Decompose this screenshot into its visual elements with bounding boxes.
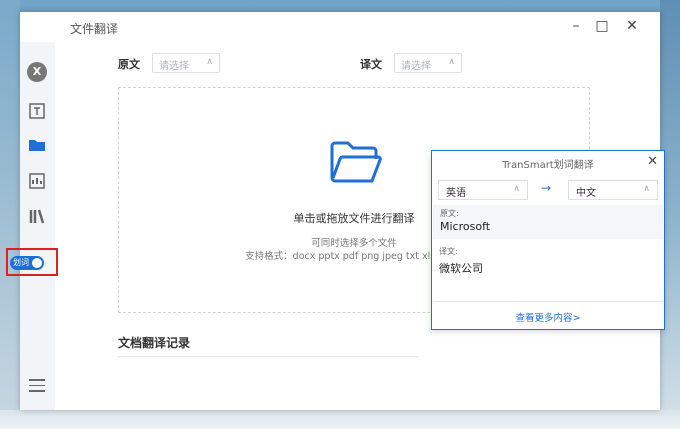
word-select-toggle[interactable]: 划词: [10, 256, 44, 270]
chevron-up-icon: ∧: [643, 184, 650, 194]
transmart-popup: TranSmart划词翻译 ✕ 英语 ∧ → 中文 ∧ 原文: Microsof…: [431, 150, 665, 330]
desktop-background-bottom: [0, 410, 680, 429]
close-icon[interactable]: ✕: [624, 18, 640, 34]
document-icon[interactable]: [26, 172, 48, 194]
popup-target-text[interactable]: 微软公司: [439, 260, 483, 276]
minimize-icon[interactable]: –: [568, 18, 584, 34]
toggle-knob: [32, 258, 42, 268]
avatar[interactable]: X: [27, 62, 47, 82]
popup-title: TranSmart划词翻译: [502, 160, 594, 171]
view-more-link[interactable]: 查看更多内容>: [432, 310, 664, 324]
watermark-logo-icon: [529, 370, 549, 388]
text-translate-icon[interactable]: [26, 102, 48, 124]
popup-divider: [433, 301, 663, 302]
popup-to-language-select[interactable]: 中文 ∧: [568, 180, 658, 200]
sidebar: X 划词: [6, 42, 58, 410]
target-language-label: 译文: [360, 58, 382, 71]
title-bar[interactable]: 文件翻译 – □ ✕: [20, 12, 660, 42]
chevron-up-icon: ∧: [448, 57, 455, 67]
arrow-right-icon[interactable]: →: [541, 181, 551, 195]
source-language-label: 原文: [118, 58, 140, 71]
popup-source-text[interactable]: Microsoft: [440, 220, 490, 233]
translation-records-title: 文档翻译记录: [118, 336, 191, 350]
highlight-box: 划词: [6, 248, 58, 276]
popup-from-language: 英语: [446, 188, 466, 199]
close-icon[interactable]: ✕: [647, 154, 658, 169]
watermark-main-text: 异次元: [553, 370, 599, 388]
hamburger-menu-icon[interactable]: [29, 379, 45, 396]
open-folder-icon: [329, 138, 383, 189]
popup-from-language-select[interactable]: 英语 ∧: [438, 180, 528, 200]
source-language-placeholder: 请选择: [159, 61, 189, 72]
toggle-label: 划词: [13, 258, 29, 267]
target-language-select[interactable]: 请选择 ∧: [394, 53, 462, 73]
chevron-up-icon: ∧: [513, 184, 520, 194]
popup-source-panel: 原文: Microsoft: [433, 205, 663, 239]
watermark-sub-text: IPLAYSOFT.COM: [553, 387, 613, 394]
window-title: 文件翻译: [70, 22, 119, 36]
records-divider: [118, 356, 418, 357]
maximize-icon[interactable]: □: [594, 18, 610, 34]
popup-target-label: 译文:: [439, 247, 458, 256]
chevron-up-icon: ∧: [206, 57, 213, 67]
source-language-select[interactable]: 请选择 ∧: [152, 53, 220, 73]
popup-source-label: 原文:: [440, 209, 459, 218]
desktop-background-left: [0, 0, 20, 429]
popup-to-language: 中文: [576, 188, 596, 199]
target-language-placeholder: 请选择: [401, 61, 431, 72]
library-icon[interactable]: [26, 207, 48, 229]
folder-icon[interactable]: [26, 137, 48, 159]
